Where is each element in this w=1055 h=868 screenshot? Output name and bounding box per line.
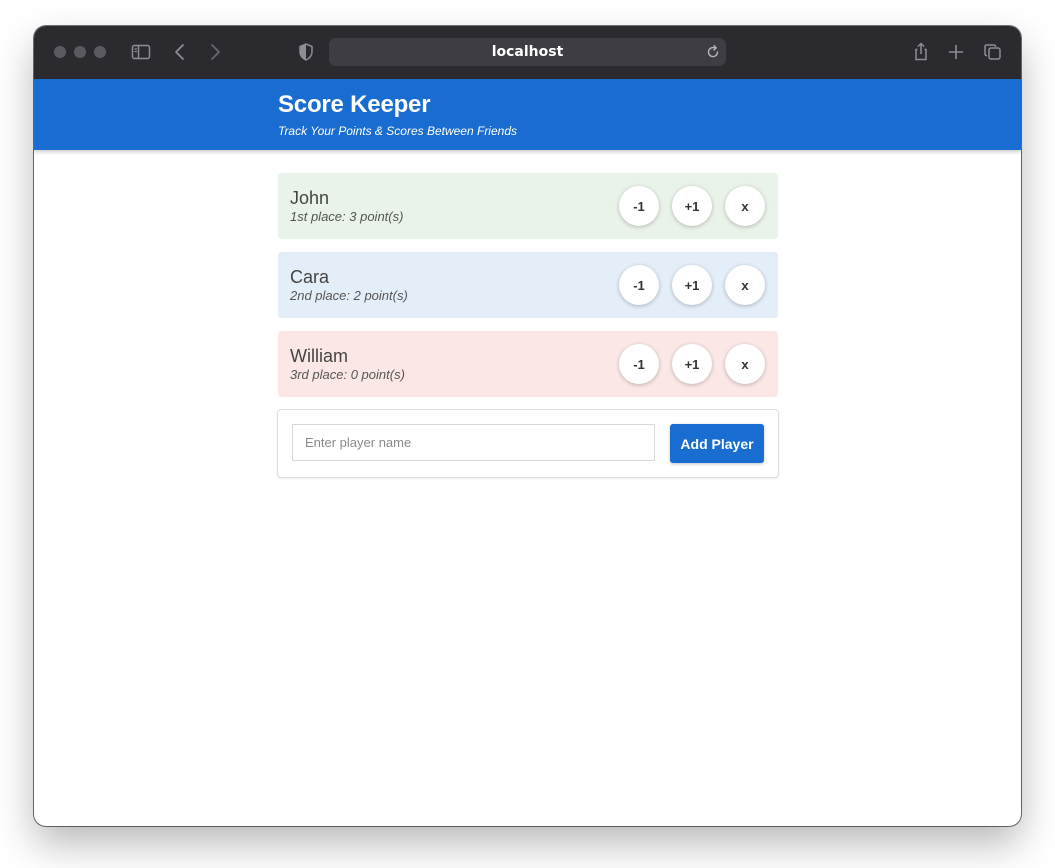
reload-icon[interactable] <box>705 44 721 60</box>
minimize-window-dot[interactable] <box>74 46 86 58</box>
player-name: William <box>290 346 348 366</box>
zoom-window-dot[interactable] <box>94 46 106 58</box>
browser-toolbar: localhost <box>34 26 1021 79</box>
player-rank-score: 1st place: 3 point(s) <box>290 209 404 224</box>
sidebar-toggle-icon[interactable] <box>129 40 153 64</box>
player-name-input[interactable] <box>292 424 655 461</box>
increment-button[interactable]: +1 <box>672 344 712 384</box>
player-card: John 1st place: 3 point(s) -1 +1 x <box>278 173 778 239</box>
player-card: Cara 2nd place: 2 point(s) -1 +1 x <box>278 252 778 318</box>
address-bar[interactable]: localhost <box>329 38 726 66</box>
add-player-form: Add Player <box>278 410 778 477</box>
decrement-button[interactable]: -1 <box>619 186 659 226</box>
remove-player-button[interactable]: x <box>725 344 765 384</box>
decrement-button[interactable]: -1 <box>619 265 659 305</box>
player-name: John <box>290 188 330 208</box>
player-rank-score: 2nd place: 2 point(s) <box>290 288 408 303</box>
player-rank-score: 3rd place: 0 point(s) <box>290 367 405 382</box>
player-name: Cara <box>290 267 330 287</box>
forward-icon[interactable] <box>203 40 227 64</box>
tab-overview-icon[interactable] <box>981 40 1005 64</box>
add-player-button[interactable]: Add Player <box>670 424 764 463</box>
back-icon[interactable] <box>168 40 192 64</box>
url-text: localhost <box>491 44 564 60</box>
browser-window: localhost Score Keeper Track Your Points… <box>34 26 1021 826</box>
close-window-dot[interactable] <box>54 46 66 58</box>
app-subtitle: Track Your Points & Scores Between Frien… <box>278 124 517 138</box>
increment-button[interactable]: +1 <box>672 186 712 226</box>
decrement-button[interactable]: -1 <box>619 344 659 384</box>
app-header: Score Keeper Track Your Points & Scores … <box>34 79 1021 150</box>
app-title: Score Keeper <box>278 91 431 118</box>
remove-player-button[interactable]: x <box>725 186 765 226</box>
increment-button[interactable]: +1 <box>672 265 712 305</box>
new-tab-icon[interactable] <box>944 40 968 64</box>
remove-player-button[interactable]: x <box>725 265 765 305</box>
share-icon[interactable] <box>909 40 933 64</box>
player-card: William 3rd place: 0 point(s) -1 +1 x <box>278 331 778 397</box>
privacy-shield-icon[interactable] <box>294 40 318 64</box>
